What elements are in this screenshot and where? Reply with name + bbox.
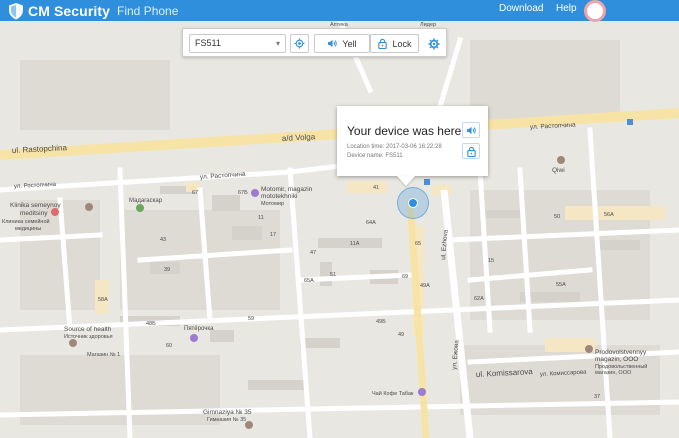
gear-icon: [427, 37, 440, 50]
svg-text:59: 59: [248, 316, 254, 322]
location-time: Location time: 2017-03-06 16:22:28: [347, 144, 442, 150]
lock-label: Lock: [392, 38, 412, 49]
svg-text:Qiwi: Qiwi: [552, 167, 565, 174]
help-link[interactable]: Help: [556, 3, 577, 14]
svg-text:11: 11: [258, 215, 264, 221]
svg-text:47: 47: [310, 250, 316, 256]
svg-text:58А: 58А: [98, 297, 108, 303]
yell-button[interactable]: Yell: [314, 34, 370, 53]
brand-name: CM Security: [28, 2, 111, 19]
yell-label: Yell: [342, 38, 357, 49]
svg-text:55А: 55А: [556, 282, 566, 288]
app: CM Security Find Phone Download Help ul.…: [0, 0, 679, 438]
popup-lock-button[interactable]: [462, 143, 480, 159]
svg-text:Магазин № 1: Магазин № 1: [87, 352, 120, 358]
device-name: Device name: FS511: [347, 153, 403, 159]
svg-text:11А: 11А: [350, 241, 360, 247]
svg-text:15: 15: [488, 258, 494, 264]
svg-text:49: 49: [398, 332, 404, 338]
svg-text:Gimnaziya № 35: Gimnaziya № 35: [203, 409, 252, 416]
svg-text:43: 43: [160, 237, 166, 243]
speaker-icon: [328, 39, 338, 48]
avatar[interactable]: [584, 0, 606, 22]
logo[interactable]: CM Security Find Phone: [8, 0, 178, 21]
settings-button[interactable]: [425, 34, 442, 53]
svg-text:64А: 64А: [366, 220, 376, 226]
svg-text:49А: 49А: [420, 283, 430, 289]
svg-text:48Б: 48Б: [146, 321, 156, 327]
svg-text:50: 50: [554, 214, 560, 220]
svg-text:49Б: 49Б: [376, 319, 386, 325]
header-bar: CM Security Find Phone Download Help: [0, 0, 679, 22]
svg-text:67Б: 67Б: [238, 190, 248, 196]
svg-text:37: 37: [594, 394, 600, 400]
svg-text:Гимназия № 35: Гимназия № 35: [207, 417, 246, 423]
svg-text:56А: 56А: [604, 212, 614, 218]
svg-text:Мотомир: Мотомир: [261, 201, 284, 207]
svg-text:17: 17: [270, 232, 276, 238]
download-link[interactable]: Download: [499, 3, 543, 14]
svg-text:65А: 65А: [304, 278, 314, 284]
svg-text:Продовольственный: Продовольственный: [595, 363, 647, 370]
svg-text:51: 51: [330, 272, 336, 278]
chevron-down-icon: ▾: [275, 39, 280, 48]
svg-text:mototekhniki: mototekhniki: [261, 193, 298, 200]
svg-text:62А: 62А: [474, 296, 484, 302]
svg-text:Пятёрочка: Пятёрочка: [184, 326, 214, 332]
svg-text:39: 39: [164, 267, 170, 273]
popup-yell-button[interactable]: [462, 122, 480, 138]
device-location-dot: [408, 198, 418, 208]
map[interactable]: ul. Rastopchina a/d Volga ул. Растопчина…: [0, 21, 679, 438]
device-location-marker[interactable]: [397, 187, 429, 219]
svg-text:Источник здоровья: Источник здоровья: [64, 334, 113, 340]
svg-text:магазин, ООО: магазин, ООО: [595, 370, 632, 376]
svg-text:67: 67: [192, 190, 198, 196]
svg-text:41: 41: [373, 185, 379, 191]
locate-icon: [294, 38, 305, 49]
svg-text:65: 65: [415, 241, 421, 247]
svg-text:Source of health: Source of health: [64, 326, 112, 333]
svg-text:60: 60: [166, 343, 172, 349]
device-select-value: FS511: [195, 38, 221, 48]
device-toolbar: FS511 ▾ Yell Lock: [182, 28, 447, 57]
svg-text:Motomir, magazin: Motomir, magazin: [261, 186, 313, 193]
svg-text:69: 69: [402, 274, 408, 280]
shield-icon: [9, 2, 23, 19]
svg-text:Клиника семейной: Клиника семейной: [2, 218, 50, 225]
lock-icon: [466, 146, 476, 157]
svg-text:magazin, OOO: magazin, OOO: [595, 356, 638, 363]
speaker-icon: [466, 126, 476, 134]
svg-text:медицины: медицины: [15, 226, 41, 232]
brand-subtitle: Find Phone: [117, 3, 179, 18]
lock-button[interactable]: Lock: [370, 34, 419, 53]
svg-text:Чай Кофе Табак: Чай Кофе Табак: [372, 390, 414, 397]
popup-title: Your device was here: [347, 124, 462, 138]
svg-text:meditsiny: meditsiny: [20, 210, 48, 217]
device-select[interactable]: FS511 ▾: [189, 34, 286, 53]
locate-button[interactable]: [290, 34, 309, 53]
svg-text:Prodovolstvennyy: Prodovolstvennyy: [595, 349, 647, 356]
popup-pointer: [397, 176, 415, 186]
lock-icon: [378, 38, 388, 49]
svg-text:a/d Volga: a/d Volga: [282, 132, 316, 143]
device-info-popup: Your device was here Location time: 2017…: [337, 106, 488, 176]
svg-text:Мадагаскар: Мадагаскар: [129, 198, 163, 204]
svg-text:Klinika semeynoy: Klinika semeynoy: [10, 202, 61, 209]
